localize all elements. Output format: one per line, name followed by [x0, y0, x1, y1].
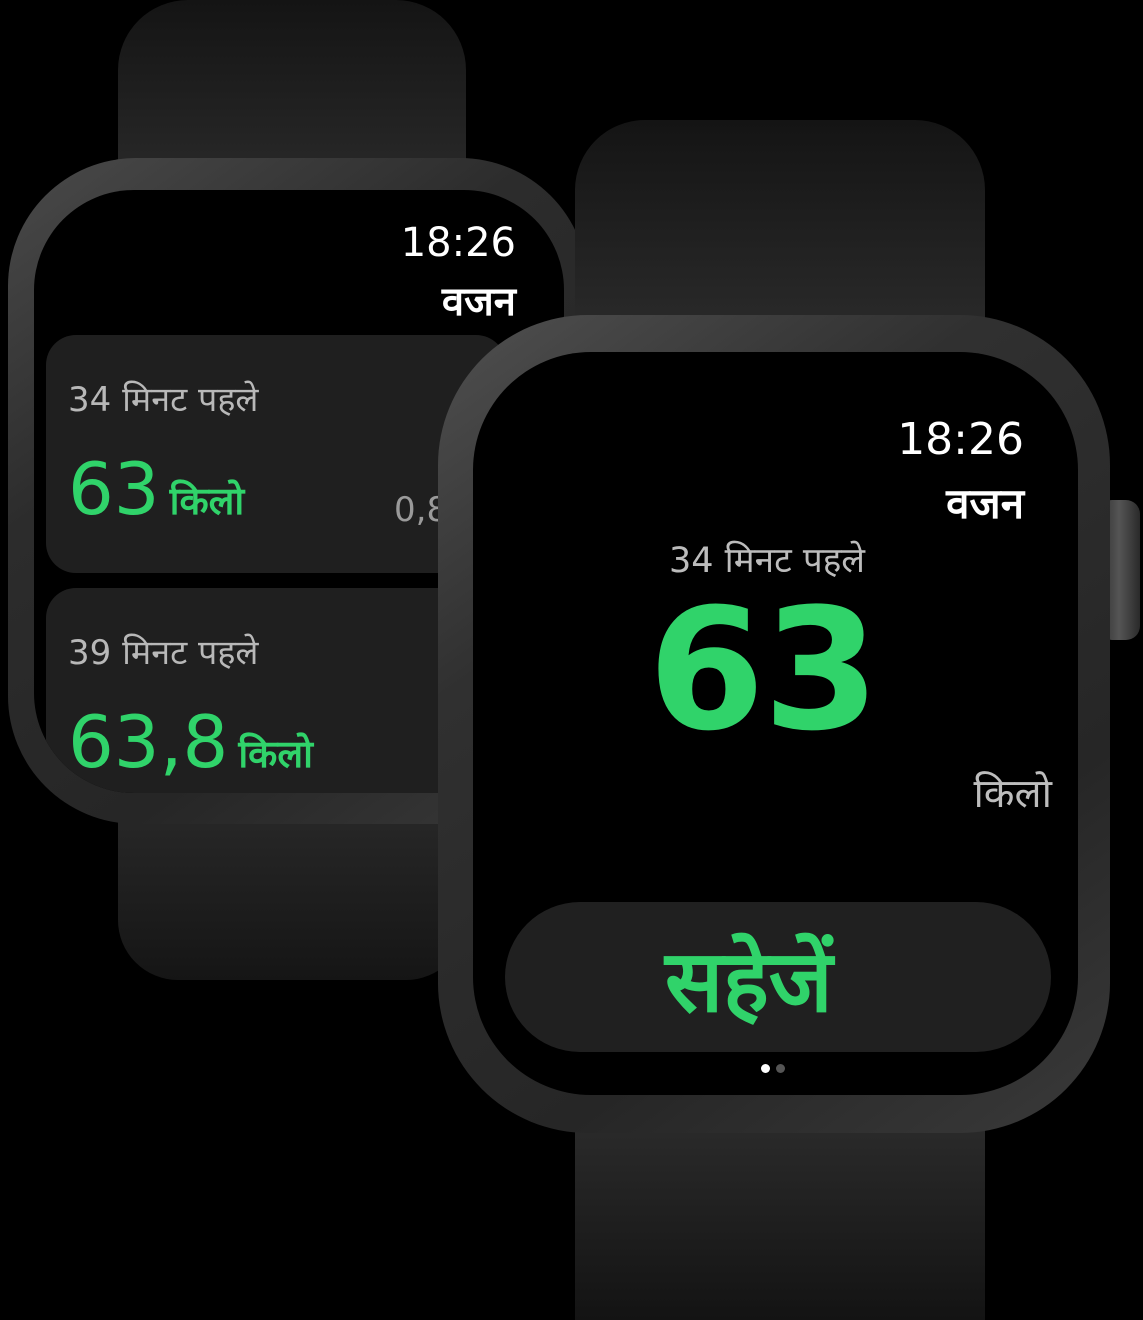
front-watch-screen: 18:26 वजन 34 मिनट पहले 63 किलो सहेजें — [473, 352, 1078, 1095]
save-button-label: सहेजें — [665, 934, 833, 1030]
entry-unit: किलो — [238, 732, 313, 776]
page-dot-active — [761, 1064, 770, 1073]
page-indicator — [761, 1058, 791, 1077]
entry-time-ago: 39 मिनट पहले — [68, 633, 259, 673]
entry-unit: किलो — [169, 479, 245, 523]
page-title: वजन — [946, 479, 1024, 528]
status-time: 18:26 — [400, 220, 516, 266]
front-watch-band-bottom — [575, 1110, 985, 1320]
entry-value: 63,8 किलो — [68, 700, 313, 784]
list-item[interactable]: 39 मिनट पहले 63,8 किलो — [46, 588, 506, 793]
entry-number: 63,8 — [68, 700, 229, 784]
status-time: 18:26 — [897, 414, 1024, 465]
weight-value: 63 — [648, 572, 880, 768]
page-dot — [776, 1064, 785, 1073]
entry-time-ago: 34 मिनट पहले — [68, 380, 259, 420]
weight-unit: किलो — [973, 771, 1052, 817]
list-item[interactable]: 34 मिनट पहले 63 किलो 0,8 — [46, 335, 506, 573]
entry-number: 63 — [68, 447, 160, 531]
page-title: वजन — [441, 279, 516, 325]
entry-value: 63 किलो — [68, 447, 244, 531]
save-button[interactable]: सहेजें — [505, 902, 1051, 1052]
